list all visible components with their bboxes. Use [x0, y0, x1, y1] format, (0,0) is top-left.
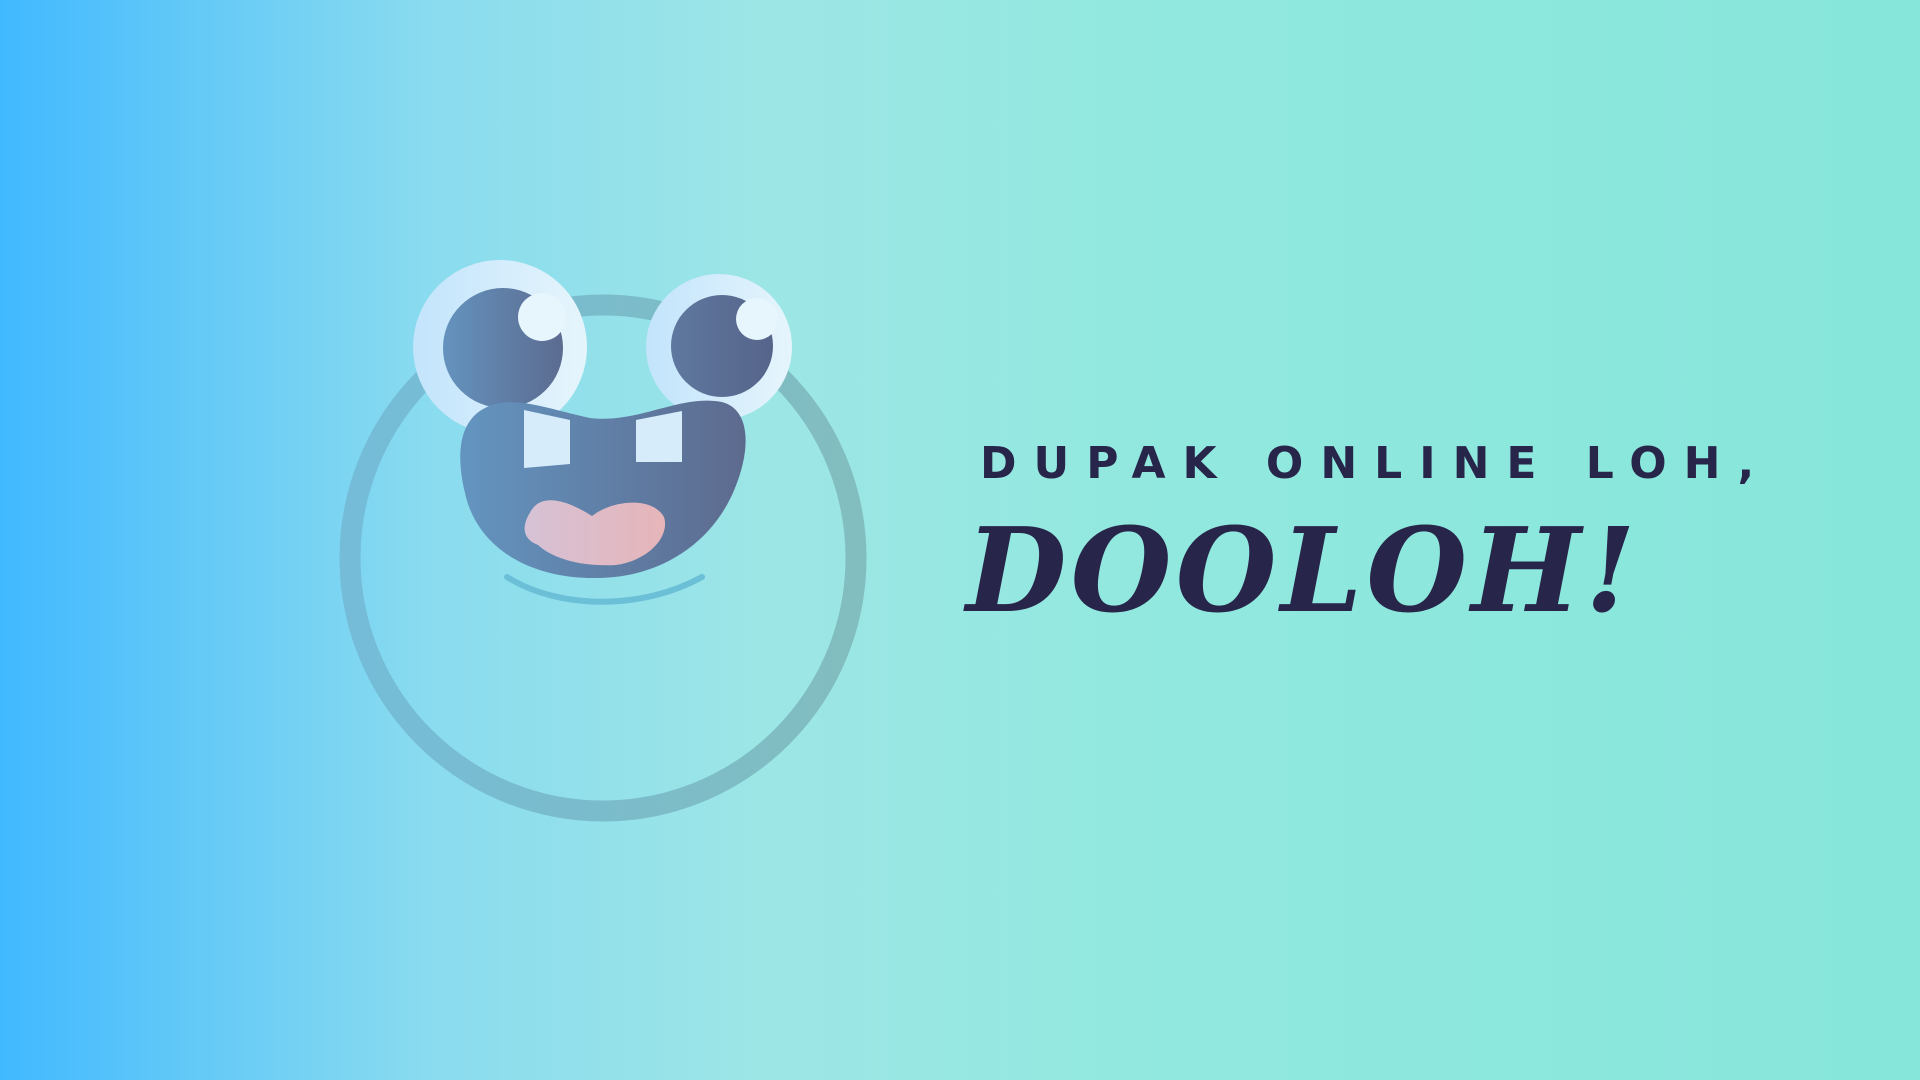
brand-wordmark: DOOLOH! — [966, 503, 1640, 639]
chin-line — [504, 574, 705, 605]
smiling-frog-mascot-icon — [339, 260, 867, 822]
left-tooth — [524, 410, 570, 468]
frog-mascot-logo — [320, 240, 880, 840]
right-eye — [646, 274, 792, 420]
tagline-text: DUPAK ONLINE LOH, — [980, 438, 1772, 489]
